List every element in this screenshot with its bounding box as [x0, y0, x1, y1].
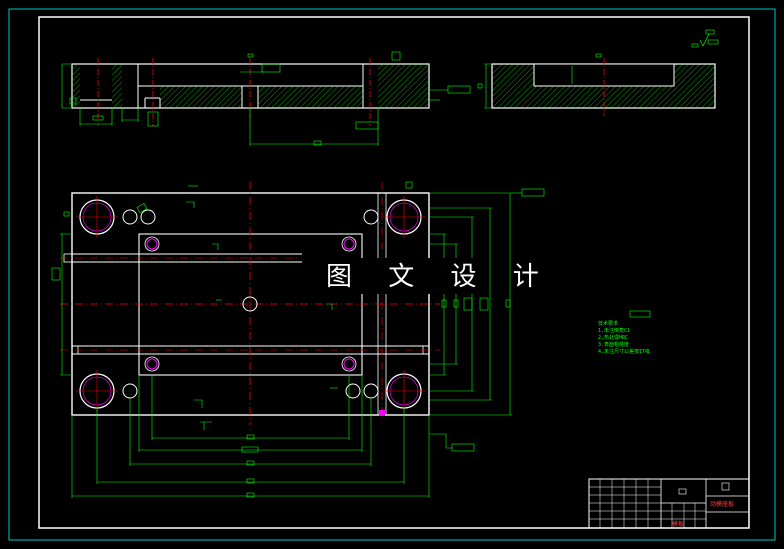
guide-hole [76, 196, 118, 238]
technical-notes: 技术要求 1.未注倒角C1 2.热处理HRC 3.表面粗糙度 4.未注尺寸公差按… [598, 310, 651, 355]
plan-view [60, 182, 440, 425]
dimension-lines [51, 181, 545, 498]
title-block: 动模座板 模板 [588, 478, 750, 529]
drawing-svg: 技术要求 1.未注倒角C1 2.热处理HRC 3.表面粗糙度 4.未注尺寸公差按… [8, 8, 776, 541]
notes-title-box [629, 310, 651, 318]
guide-hole [383, 370, 425, 412]
note-line: 2.热处理HRC [598, 334, 628, 341]
guide-hole [76, 370, 118, 412]
cad-drawing-canvas: 技术要求 1.未注倒角C1 2.热处理HRC 3.表面粗糙度 4.未注尺寸公差按… [0, 0, 784, 549]
title-box-icon [678, 488, 687, 495]
section-view-left [61, 51, 471, 146]
title-box-icon [721, 482, 730, 491]
title-block-part-name: 动模座板 [710, 500, 734, 508]
note-line: 4.未注尺寸公差按IT级 [598, 348, 650, 355]
roughness-symbol [691, 29, 719, 48]
origin-marker [379, 410, 385, 416]
note-line: 1.未注倒角C1 [598, 327, 630, 334]
note-line: 技术要求 [598, 320, 618, 327]
side-view-right [477, 53, 716, 116]
guide-hole [383, 196, 425, 238]
watermark-text: 图 文 设 计 [326, 262, 553, 292]
note-line: 3.表面粗糙度 [598, 341, 629, 348]
title-block-name-cell: 模板 [672, 520, 684, 528]
